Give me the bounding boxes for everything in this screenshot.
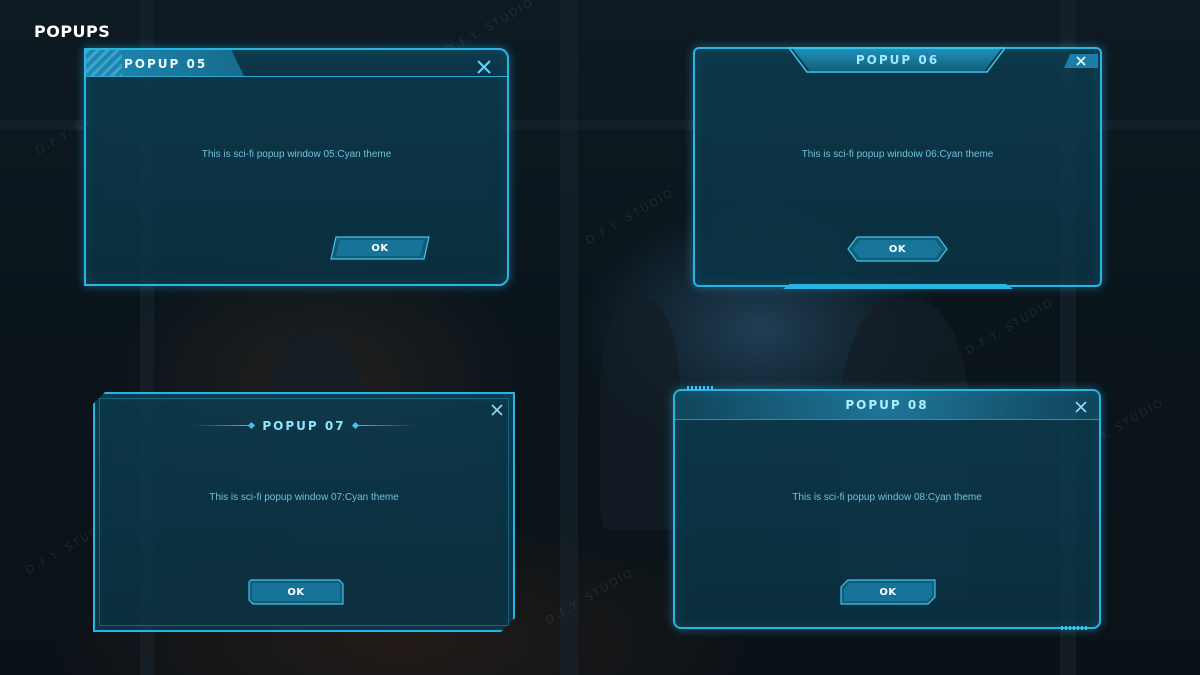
ok-label: OK [888,243,907,255]
watermark: D.F.Y. STUDIO [543,565,637,628]
popup-05: POPUP 05 This is sci-fi popup window 05:… [84,48,509,286]
popup-frame [84,48,509,286]
tick-marks [1061,626,1087,630]
ok-button[interactable]: OK [847,236,948,262]
close-icon [1076,56,1086,66]
page-title: POPUPS [34,22,111,41]
watermark: D.F.Y. STUDIO [963,295,1057,358]
close-button[interactable] [489,402,505,418]
popup-message: This is sci-fi popup window 08:Cyan them… [792,492,982,503]
watermark: D.F.Y. STUDIO [583,185,677,248]
popup-title: POPUP 05 [124,57,208,71]
popup-08: POPUP 08 This is sci-fi popup window 08:… [673,386,1101,630]
popup-title: POPUP 07 [262,419,346,433]
popup-message: This is sci-fi popup window 05:Cyan them… [201,149,392,160]
popup-07: POPUP 07 This is sci-fi popup window 07:… [93,392,515,632]
bottom-accent-bar [783,284,1013,289]
popup-06: POPUP 06 This is sci-fi popup windoiw 06… [693,47,1102,289]
popup-message: This is sci-fi popup window 07:Cyan them… [209,492,399,503]
popup-message: This is sci-fi popup windoiw 06:Cyan the… [801,149,994,160]
header-divider [675,419,1099,420]
ok-label: OK [287,586,305,598]
close-button[interactable] [475,58,493,76]
ok-button[interactable]: OK [330,236,430,260]
popup-title: POPUP 08 [845,398,929,412]
close-icon [491,404,503,416]
ok-label: OK [879,586,897,598]
tick-marks [687,386,713,390]
close-button[interactable] [1073,399,1089,415]
ok-button[interactable]: OK [840,579,936,605]
header-stripes [86,50,122,76]
ok-label: OK [371,242,389,254]
ok-button[interactable]: OK [247,578,345,606]
header-divider [86,76,507,77]
close-icon [477,60,491,74]
popup-title: POPUP 06 [855,53,940,67]
close-icon [1075,401,1087,413]
